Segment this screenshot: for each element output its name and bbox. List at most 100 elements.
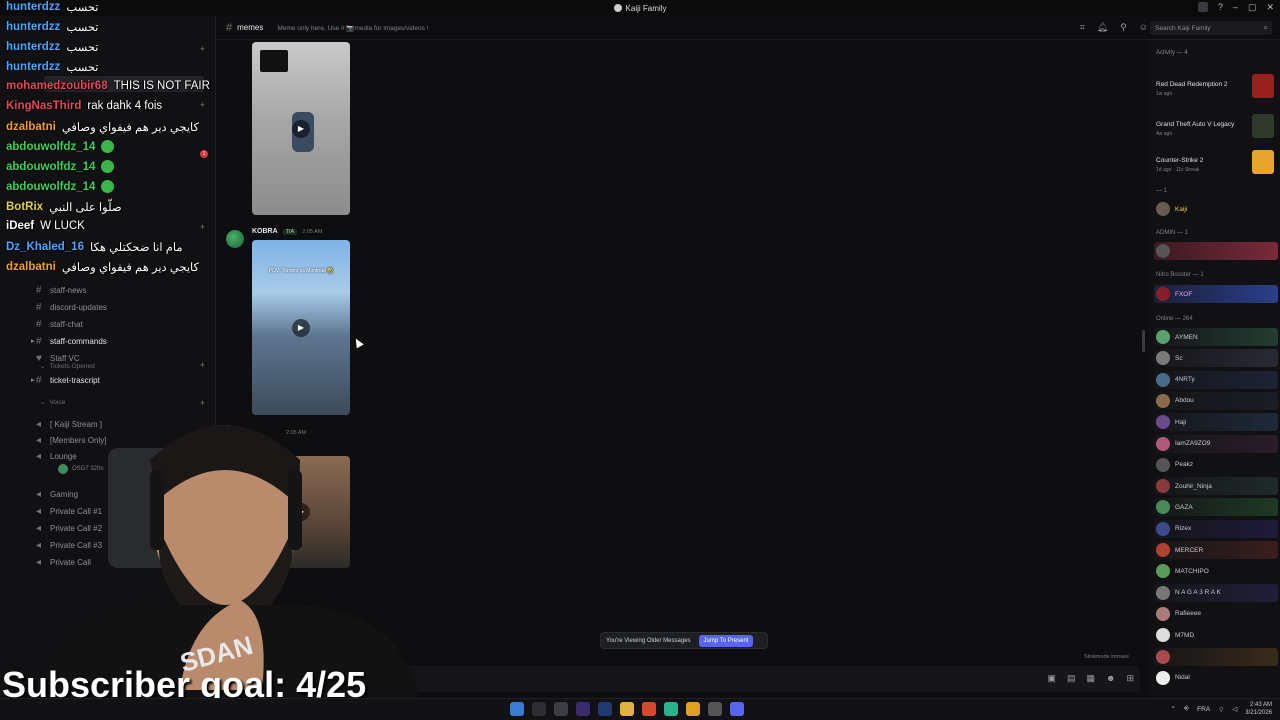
obs-icon[interactable] (708, 702, 722, 716)
member-online[interactable]: Peakz (1154, 456, 1278, 474)
member-admin[interactable] (1154, 242, 1278, 260)
channel-header: # memes Meme only here, Use # 📷media for … (216, 16, 1280, 40)
add-channel-icon[interactable]: + (200, 100, 205, 110)
emoji-icon[interactable]: ☻ (1106, 673, 1115, 684)
gif-icon[interactable]: ▤ (1067, 673, 1076, 684)
member-online[interactable]: Nidal (1154, 669, 1278, 687)
mic-icon[interactable]: ⎆ (1184, 705, 1189, 713)
sidebar-channel[interactable]: ♥ Staff VC (36, 350, 80, 366)
photoshop-icon[interactable] (598, 702, 612, 716)
maximize-button[interactable]: ▢ (1248, 2, 1257, 13)
bell-icon[interactable]: 🔔︎ (1097, 22, 1108, 33)
member-nitro[interactable]: FXOF (1154, 285, 1278, 303)
chrome-icon[interactable] (686, 702, 700, 716)
hash-icon: # (36, 318, 42, 330)
search-icon: ⌕ (1263, 23, 1268, 32)
volume-icon[interactable]: ◁ (1232, 705, 1237, 713)
search-icon[interactable] (532, 702, 546, 716)
avatar (1156, 543, 1170, 557)
avatar (1156, 393, 1170, 408)
member-online[interactable]: Zouhir_Ninja (1154, 477, 1278, 496)
chat-message: W LUCK (40, 220, 85, 232)
member-owner[interactable]: Kaiji (1154, 200, 1278, 218)
premiere-icon[interactable] (576, 702, 590, 716)
wifi-icon[interactable]: ⌔ (1218, 705, 1224, 714)
jump-to-present-button[interactable]: Jump To Present (698, 634, 754, 647)
member-online[interactable]: Rizex (1154, 519, 1278, 538)
lang-indicator[interactable]: FRA (1197, 706, 1210, 713)
channel-ticket-trascript[interactable]: ▸ # ticket-trascript (31, 372, 100, 388)
task-view-icon[interactable] (554, 702, 568, 716)
brave-icon[interactable] (642, 702, 656, 716)
apps-icon[interactable]: ⊞ (1126, 673, 1134, 684)
threads-icon[interactable]: ⌗ (1080, 22, 1085, 33)
sticker-icon[interactable]: ▦ (1086, 673, 1095, 684)
admin-group-header: ADMIN — 1 (1156, 230, 1189, 236)
avatar (1156, 585, 1170, 600)
play-icon[interactable]: ▶ (292, 318, 310, 337)
chat-message: تحسب (66, 22, 99, 34)
members-icon[interactable]: ☺ (1139, 22, 1148, 33)
member-online[interactable]: AYMEN (1154, 328, 1278, 346)
pin-icon[interactable]: ⚲ (1120, 22, 1127, 33)
member-online[interactable] (1154, 647, 1278, 666)
start-icon[interactable] (510, 702, 524, 716)
activity-card[interactable]: Counter-Strike 2 1d ago · 11x Streak (1156, 148, 1278, 178)
avatar (1156, 606, 1170, 621)
search-input[interactable]: Search Kaiji Family ⌕ (1150, 21, 1272, 35)
activity-card[interactable]: Red Dead Redemption 2 1w ago (1156, 72, 1278, 102)
member-online[interactable]: Abdou (1154, 391, 1278, 410)
chat-message: rak dahk 4 fois (87, 100, 163, 112)
minimize-button[interactable]: – (1233, 2, 1238, 13)
close-button[interactable]: ✕ (1266, 2, 1274, 13)
scrollbar[interactable] (1142, 330, 1145, 352)
help-icon[interactable]: ? (1218, 2, 1223, 13)
older-messages-banner: You're Viewing Older Messages Jump To Pr… (600, 632, 768, 649)
clock[interactable]: 2:43 AM 3/21/2026 (1245, 701, 1272, 717)
avatar (1156, 244, 1170, 258)
add-channel-icon[interactable]: + (200, 222, 205, 232)
chevron-up-icon[interactable]: ⌃ (1171, 705, 1176, 713)
member-online[interactable]: IamZA9ZO9 (1154, 434, 1278, 453)
inbox-icon[interactable] (1197, 2, 1208, 12)
chat-username: KingNasThird (6, 100, 82, 112)
member-online[interactable]: MERCER (1154, 541, 1278, 559)
chat-message: تحسب (66, 2, 99, 14)
chat-line: mohamedzoubir68 THIS IS NOT FAIR (6, 80, 210, 92)
activity-card[interactable]: Grand Theft Auto V Legacy 4w ago (1156, 112, 1278, 142)
chat-username: BotRix (6, 201, 44, 213)
hash-icon: # (226, 21, 233, 34)
nitro-group-header: Nitro Booster — 1 (1156, 272, 1204, 278)
activity-game: Counter-Strike 2 (1156, 157, 1204, 164)
member-online[interactable]: Rafieeee (1154, 605, 1278, 623)
sidebar-channel[interactable]: # discord-updates (36, 299, 107, 315)
member-online[interactable]: N A G A 3 R A K (1154, 583, 1278, 602)
member-online[interactable]: Haji (1154, 413, 1278, 432)
add-channel-icon[interactable]: + (200, 360, 205, 370)
gift-icon[interactable]: ▣ (1047, 673, 1056, 684)
add-channel-icon[interactable]: + (200, 44, 205, 54)
sidebar-channel[interactable]: # staff-news (36, 282, 86, 298)
video-attachment[interactable]: ▶ (252, 42, 350, 215)
chat-line: hunterdzz تحسب (6, 0, 99, 14)
member-online[interactable]: MATCHIPO (1154, 562, 1278, 580)
chat-line: hunterdzz تحسب (6, 60, 99, 74)
member-online[interactable]: Sc (1154, 349, 1278, 368)
discord-icon[interactable] (730, 702, 744, 716)
file-explorer-icon[interactable] (620, 702, 634, 716)
chat-username: abdouwolfdz_14 (6, 160, 96, 173)
app-icon[interactable] (664, 702, 678, 716)
author-name[interactable]: KOBRA (252, 228, 278, 235)
play-icon[interactable]: ▶ (292, 119, 310, 138)
chat-line: abdouwolfdz_14 (6, 180, 115, 193)
chat-username: hunterdzz (6, 1, 61, 13)
avatar[interactable] (226, 230, 244, 248)
sidebar-channel[interactable]: # staff-chat (36, 316, 83, 332)
video-attachment[interactable]: POV: Toronto vs Montreal 🤣 ▶ (252, 240, 350, 415)
activity-game: Grand Theft Auto V Legacy (1156, 121, 1235, 128)
sidebar-channel[interactable]: ▸ # staff-commands (31, 333, 107, 349)
member-online[interactable]: GAZA (1154, 498, 1278, 517)
chat-message: مام انا ضحكتلي هكا (89, 242, 183, 254)
member-online[interactable]: M7MD (1154, 626, 1278, 644)
member-online[interactable]: 4NRTy (1154, 370, 1278, 389)
